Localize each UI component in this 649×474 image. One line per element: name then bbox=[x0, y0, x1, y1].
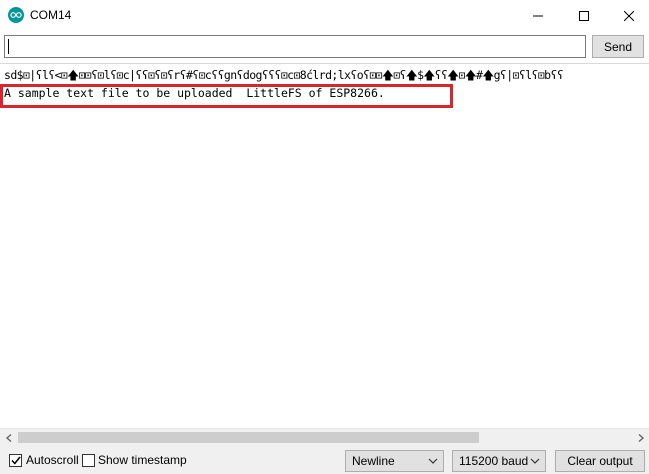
horizontal-scrollbar[interactable] bbox=[0, 428, 649, 445]
show-timestamp-label[interactable]: Show timestamp bbox=[98, 453, 187, 467]
scroll-right-button[interactable] bbox=[632, 429, 649, 446]
title-bar: COM14 bbox=[0, 0, 649, 31]
highlight-annotation-box bbox=[0, 84, 453, 108]
line-ending-value: Newline bbox=[352, 454, 395, 468]
close-button[interactable] bbox=[606, 0, 649, 31]
text-caret bbox=[8, 39, 9, 54]
baud-rate-value: 115200 baud bbox=[459, 454, 529, 468]
serial-monitor-window: COM14 Send sd$⊡|ʕlʕ<⊡🡅⊡⊡ʕ⊡lʕ⊡c|ʕʕ⊡ʕ⊡ʕrʕ#… bbox=[0, 0, 649, 474]
chevron-left-icon bbox=[5, 433, 11, 442]
serial-output-area[interactable]: sd$⊡|ʕlʕ<⊡🡅⊡⊡ʕ⊡lʕ⊡c|ʕʕ⊡ʕ⊡ʕrʕ#ʕ⊡cʕʕgnʕdog… bbox=[0, 63, 649, 428]
maximize-icon bbox=[579, 10, 589, 21]
show-timestamp-checkbox[interactable] bbox=[82, 454, 95, 467]
chevron-down-icon bbox=[530, 458, 540, 464]
window-title: COM14 bbox=[30, 8, 72, 22]
arduino-logo-icon bbox=[8, 7, 24, 23]
clear-output-button[interactable]: Clear output bbox=[555, 450, 645, 472]
scroll-left-button[interactable] bbox=[0, 429, 17, 446]
scrollbar-thumb[interactable] bbox=[18, 432, 479, 443]
minimize-button[interactable] bbox=[515, 0, 561, 31]
bottom-toolbar: Autoscroll Show timestamp Newline 115200… bbox=[0, 445, 649, 474]
maximize-button[interactable] bbox=[561, 0, 607, 31]
serial-send-input[interactable] bbox=[4, 35, 586, 58]
send-button[interactable]: Send bbox=[592, 35, 644, 58]
autoscroll-checkbox[interactable] bbox=[9, 454, 22, 467]
baud-rate-select[interactable]: 115200 baud bbox=[452, 450, 546, 472]
checkmark-icon bbox=[10, 456, 21, 465]
output-line: sd$⊡|ʕlʕ<⊡🡅⊡⊡ʕ⊡lʕ⊡c|ʕʕ⊡ʕ⊡ʕrʕ#ʕ⊡cʕʕgnʕdog… bbox=[4, 68, 564, 82]
chevron-down-icon bbox=[428, 458, 438, 464]
line-ending-select[interactable]: Newline bbox=[345, 450, 444, 472]
close-icon bbox=[624, 10, 634, 21]
chevron-right-icon bbox=[638, 433, 644, 442]
autoscroll-label[interactable]: Autoscroll bbox=[26, 453, 79, 467]
minimize-icon bbox=[533, 15, 543, 16]
